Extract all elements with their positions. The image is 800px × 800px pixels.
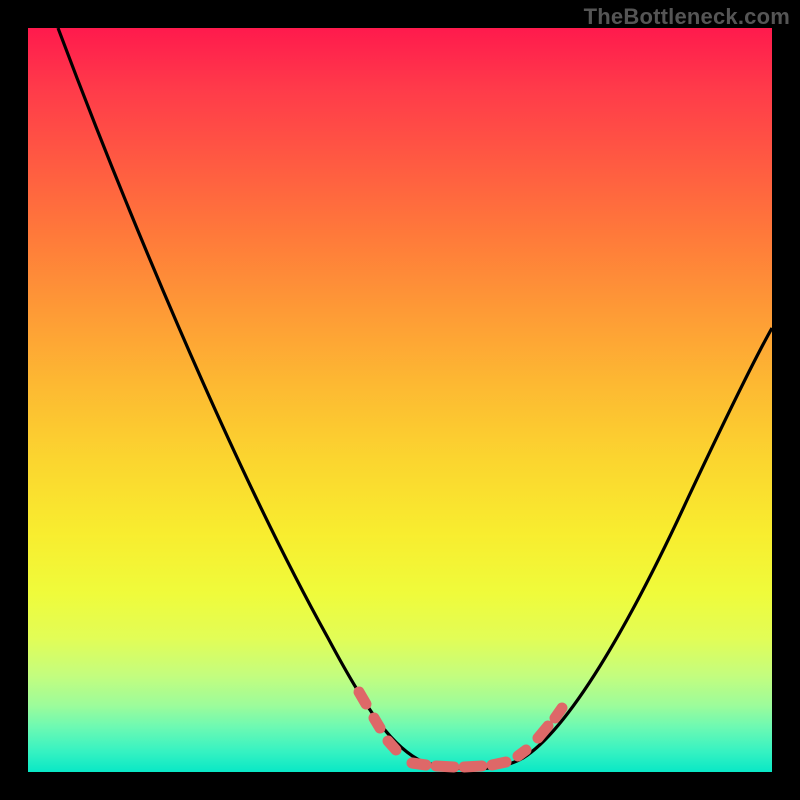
bottleneck-curve xyxy=(58,28,772,769)
trough-dash-markers xyxy=(359,692,562,767)
chart-svg xyxy=(28,28,772,772)
chart-frame: TheBottleneck.com xyxy=(0,0,800,800)
plot-area xyxy=(28,28,772,772)
watermark-text: TheBottleneck.com xyxy=(584,4,790,30)
